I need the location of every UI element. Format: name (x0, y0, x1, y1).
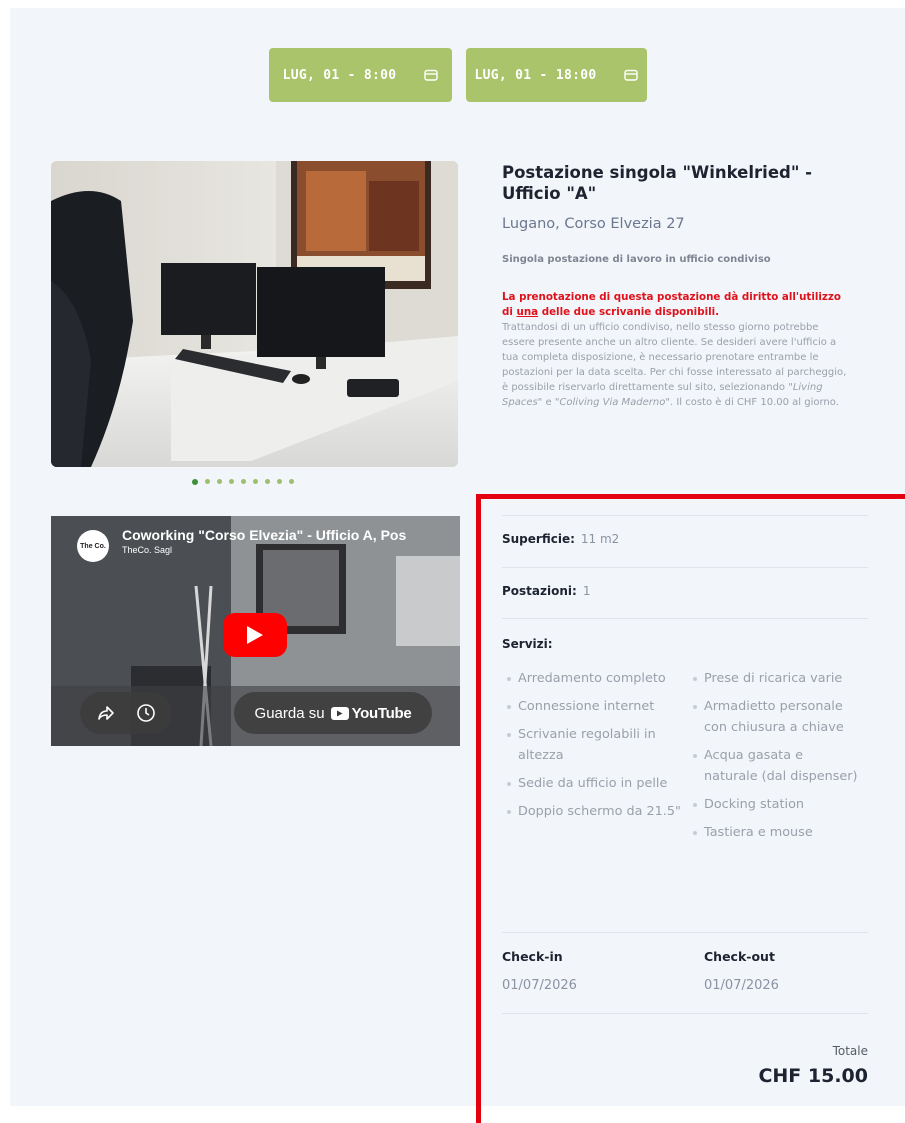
gallery-dot[interactable] (229, 479, 234, 484)
listing-description: Trattandosi di un ufficio condiviso, nel… (502, 320, 847, 410)
gallery-dot[interactable] (289, 479, 294, 484)
youtube-video-embed[interactable]: The Co. Coworking "Corso Elvezia" - Uffi… (51, 516, 460, 746)
youtube-logo: YouTube (330, 704, 412, 722)
video-channel[interactable]: TheCo. Sagl (122, 545, 172, 555)
play-icon (247, 626, 263, 644)
description-end: . Il costo è di CHF 10.00 al giorno. (669, 397, 839, 408)
description-conjunction: e (542, 397, 555, 408)
checkout-date-button[interactable]: LUG, 01 - 18:00 (466, 48, 647, 102)
youtube-label: YouTube (351, 704, 412, 722)
calendar-icon (624, 69, 639, 81)
checkin-date-button[interactable]: LUG, 01 - 8:00 (269, 48, 452, 102)
calendar-icon (424, 69, 439, 81)
booking-notice: La prenotazione di questa postazione dà … (502, 290, 842, 320)
office-photo-image (51, 161, 458, 467)
gallery-dot[interactable] (277, 479, 282, 484)
watch-on-label: Guarda su (254, 704, 325, 722)
play-button[interactable] (223, 613, 287, 657)
watch-later-icon[interactable] (136, 703, 156, 723)
checkout-date-label: LUG, 01 - 18:00 (474, 67, 597, 83)
gallery-dot[interactable] (253, 479, 258, 484)
notice-emphasis: una (516, 306, 539, 318)
video-actions (80, 692, 172, 734)
gallery-dot[interactable] (192, 478, 198, 485)
listing-title: Postazione singola "Winkelried" - Uffici… (502, 163, 813, 203)
share-icon[interactable] (96, 703, 116, 723)
channel-avatar[interactable]: The Co. (77, 530, 109, 562)
youtube-play-icon (330, 706, 349, 720)
gallery-dot[interactable] (265, 479, 270, 484)
office-photo[interactable] (51, 161, 458, 467)
listing-address: Lugano, Corso Elvezia 27 (502, 216, 685, 232)
notice-text-end: delle due scrivanie disponibili. (538, 306, 720, 318)
gallery-dot[interactable] (205, 479, 210, 484)
highlight-frame (476, 494, 905, 1123)
gallery-dots (192, 478, 294, 485)
video-title[interactable]: Coworking "Corso Elvezia" - Ufficio A, P… (122, 527, 406, 543)
gallery-dot[interactable] (217, 479, 222, 484)
watch-on-youtube-button[interactable]: Guarda su YouTube (234, 692, 432, 734)
coliving-reference: "Coliving Via Maderno" (554, 397, 670, 408)
gallery-dot[interactable] (241, 479, 246, 484)
channel-avatar-text: The Co. (80, 542, 106, 550)
checkin-date-label: LUG, 01 - 8:00 (282, 67, 397, 83)
listing-subtitle: Singola postazione di lavoro in ufficio … (502, 254, 771, 265)
